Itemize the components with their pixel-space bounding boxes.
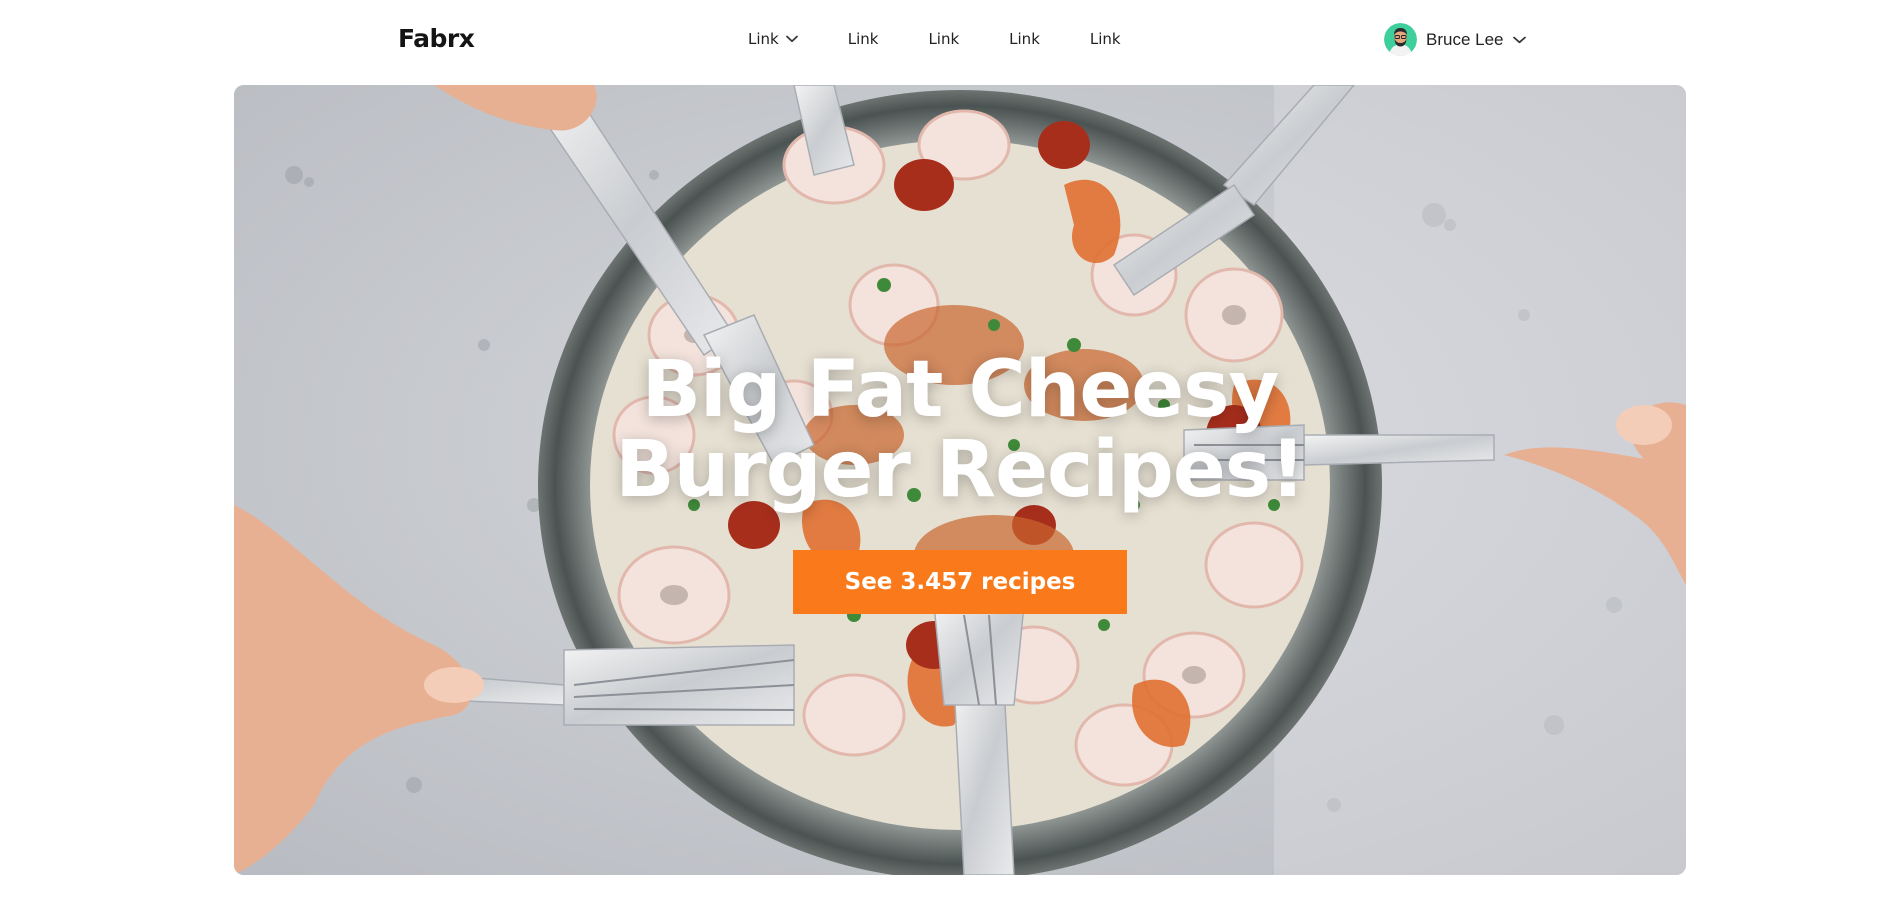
nav-link[interactable]: Link (1090, 30, 1121, 48)
user-name: Bruce Lee (1426, 29, 1504, 49)
nav-link-label: Link (847, 30, 879, 48)
hero-headline: Big Fat Cheesy Burger Recipes! (234, 350, 1686, 510)
nav-link-label: Link (748, 30, 779, 48)
nav-link-label: Link (1089, 30, 1121, 48)
nav-link[interactable]: Link (1009, 30, 1040, 48)
top-navbar: Fabrx Link Link Link Link Link Bruce Lee (0, 0, 1902, 82)
nav-link-label: Link (928, 30, 960, 48)
chevron-down-icon (1512, 36, 1526, 44)
brand-logo[interactable]: Fabrx (398, 24, 475, 53)
see-recipes-button[interactable]: See 3.457 recipes (793, 550, 1127, 614)
main-nav: Link Link Link Link Link (748, 30, 1121, 48)
avatar-icon (1384, 23, 1417, 56)
nav-link-label: Link (1009, 30, 1040, 48)
nav-link-dropdown[interactable]: Link (748, 30, 798, 48)
hero-headline-line2: Burger Recipes! (615, 425, 1305, 515)
nav-link[interactable]: Link (928, 30, 959, 48)
user-menu[interactable]: Bruce Lee (1384, 23, 1526, 56)
nav-link[interactable]: Link (848, 30, 879, 48)
hero-banner: Big Fat Cheesy Burger Recipes! See 3.457… (234, 85, 1686, 875)
chevron-down-icon (785, 35, 798, 43)
hero-headline-line1: Big Fat Cheesy (641, 345, 1280, 435)
